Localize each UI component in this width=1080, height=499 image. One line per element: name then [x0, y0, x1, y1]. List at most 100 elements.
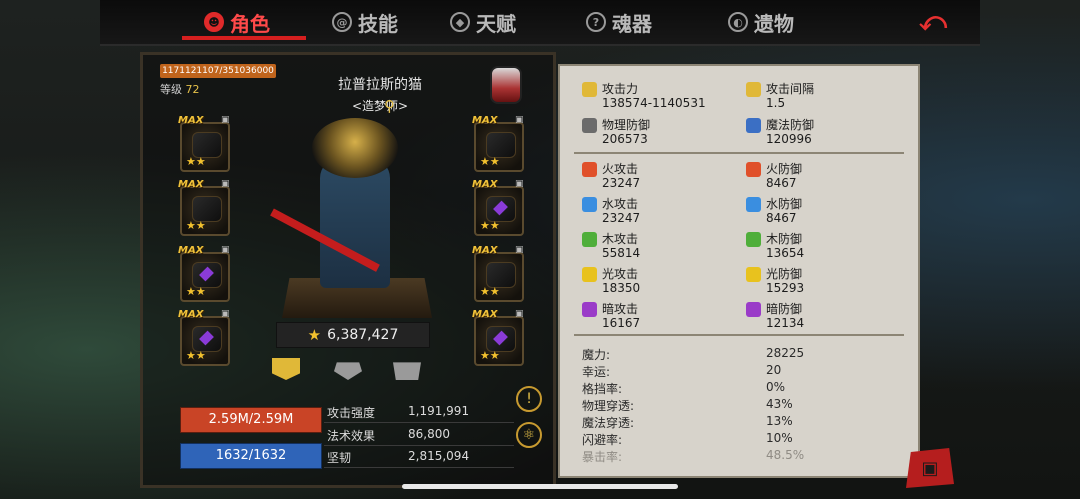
swirl-icon: @	[332, 12, 352, 32]
home-indicator[interactable]	[402, 484, 678, 489]
tab-relics-label: 遗物	[754, 11, 794, 36]
max-badge: MAX	[178, 115, 204, 126]
equipment-slot-right-4[interactable]: MAX ▣ ★★	[472, 309, 524, 366]
relic-icon: ◐	[728, 12, 748, 32]
exp-bar: 1171121107/351036000	[160, 64, 276, 78]
combat-stat-row: 坚韧 2,815,094	[324, 447, 514, 468]
exp-text: 1171121107/351036000	[162, 66, 274, 76]
misc-stat-row: 格挡率: 0%	[580, 380, 810, 396]
combat-stat-value: 1,191,991	[408, 404, 470, 418]
misc-stat-label: 闪避率:	[582, 433, 623, 447]
stat-label: 火攻击	[602, 162, 639, 176]
misc-stat-value: 10%	[766, 431, 793, 445]
stat-value: 18350	[602, 281, 641, 295]
misc-stat-label: 物理穿透:	[582, 399, 635, 413]
character-model[interactable]	[270, 118, 442, 318]
misc-stat-row: 暴击率: 48.5%	[580, 448, 810, 464]
stat-label: 暗防御	[766, 302, 803, 316]
equipment-slot-right-3[interactable]: MAX ▣ ★★	[472, 245, 524, 302]
stat-label: 光攻击	[602, 267, 639, 281]
stat-value: 16167	[602, 316, 641, 330]
bag-icon: ▣	[921, 457, 939, 479]
stat-label: 火防御	[766, 162, 803, 176]
level-value: 72	[185, 83, 200, 96]
alert-icon[interactable]: !	[516, 386, 542, 412]
dark-defense-icon	[746, 302, 761, 317]
slot-stars: ★★	[186, 285, 206, 298]
slot-stars: ★★	[186, 155, 206, 168]
lock-icon: ▣	[221, 179, 230, 189]
equipment-slot-left-4[interactable]: MAX ▣ ★★	[178, 309, 230, 366]
lock-icon: ▣	[221, 309, 230, 319]
stat-value: 8467	[766, 211, 797, 225]
max-badge: MAX	[472, 245, 498, 256]
combat-stat-row: 攻击强度 1,191,991	[324, 402, 514, 423]
level-display: 等级 72	[160, 81, 200, 97]
tab-character[interactable]: ☻ 角色	[204, 6, 270, 38]
misc-stat-value: 0%	[766, 380, 786, 394]
wood-defense-icon	[746, 232, 761, 247]
equipment-slot-left-1[interactable]: MAX ▣ ★★	[178, 115, 230, 172]
max-badge: MAX	[472, 309, 498, 320]
sword-icon	[582, 82, 597, 97]
misc-stat-value: 20	[766, 363, 782, 377]
combat-stat-label: 攻击强度	[327, 406, 376, 420]
combat-power: ★ 6,387,427	[276, 322, 430, 348]
tab-talent-label: 天赋	[476, 11, 516, 36]
misc-stat-row: 魔力: 28225	[580, 346, 810, 362]
slot-stars: ★★	[480, 349, 500, 362]
stat-label: 水攻击	[602, 197, 639, 211]
divider	[574, 152, 904, 154]
soul-orb-icon: ?	[586, 12, 606, 32]
stat-label: 攻击间隔	[766, 82, 815, 96]
equipment-slot-right-1[interactable]: MAX ▣ ★★	[472, 115, 524, 172]
stat-label: 暗攻击	[602, 302, 639, 316]
tab-talent[interactable]: ◆ 天赋	[450, 6, 516, 38]
potion-icon[interactable]	[490, 66, 522, 104]
active-tab-underline	[182, 36, 306, 40]
misc-stat-label: 魔法穿透:	[582, 416, 635, 430]
inventory-button[interactable]: ▣	[906, 448, 954, 488]
stat-value: 138574-1140531	[602, 96, 706, 110]
stat-value: 23247	[602, 211, 641, 225]
star-icon: ★	[307, 326, 322, 344]
misc-stat-label: 幸运:	[582, 365, 611, 379]
lock-icon: ▣	[515, 309, 524, 319]
tab-skills[interactable]: @ 技能	[332, 6, 398, 38]
search-icon[interactable]: ⚲	[384, 98, 400, 114]
equipment-slot-left-2[interactable]: MAX ▣ ★★	[178, 179, 230, 236]
back-button[interactable]: ⤺	[908, 6, 958, 37]
stat-value: 8467	[766, 176, 797, 190]
stat-label: 木攻击	[602, 232, 639, 246]
lock-icon: ▣	[221, 115, 230, 125]
stat-label: 魔法防御	[766, 118, 815, 132]
combat-stat-label: 坚韧	[327, 451, 352, 465]
stat-label: 水防御	[766, 197, 803, 211]
slot-stars: ★★	[480, 285, 500, 298]
back-arrow-icon: ⤺	[919, 6, 947, 37]
equipment-slot-right-2[interactable]: MAX ▣ ★★	[472, 179, 524, 236]
fire-defense-icon	[746, 162, 761, 177]
tab-soul-vessel[interactable]: ? 魂器	[586, 6, 652, 38]
combat-stat-label: 法术效果	[327, 429, 376, 443]
stat-label: 攻击力	[602, 82, 639, 96]
stat-value: 1.5	[766, 96, 786, 110]
level-label: 等级	[160, 83, 182, 96]
mp-bar: 1632/1632	[180, 443, 322, 469]
misc-stat-label: 暴击率:	[582, 450, 623, 464]
tab-relics[interactable]: ◐ 遗物	[728, 6, 794, 38]
misc-stat-row: 物理穿透: 43%	[580, 397, 810, 413]
misc-stat-value: 48.5%	[766, 448, 805, 462]
max-badge: MAX	[178, 179, 204, 190]
water-defense-icon	[746, 197, 761, 212]
atom-icon[interactable]: ⚛	[516, 422, 542, 448]
speed-sword-icon	[746, 82, 761, 97]
tab-character-label: 角色	[230, 11, 270, 36]
lock-icon: ▣	[515, 115, 524, 125]
character-class: <造梦师>	[351, 99, 409, 113]
diamond-crest-icon: ◆	[450, 12, 470, 32]
hp-bar: 2.59M/2.59M	[180, 407, 322, 433]
magic-armor-icon	[746, 118, 761, 133]
equipment-slot-left-3[interactable]: MAX ▣ ★★	[178, 245, 230, 302]
misc-stat-label: 魔力:	[582, 348, 611, 362]
